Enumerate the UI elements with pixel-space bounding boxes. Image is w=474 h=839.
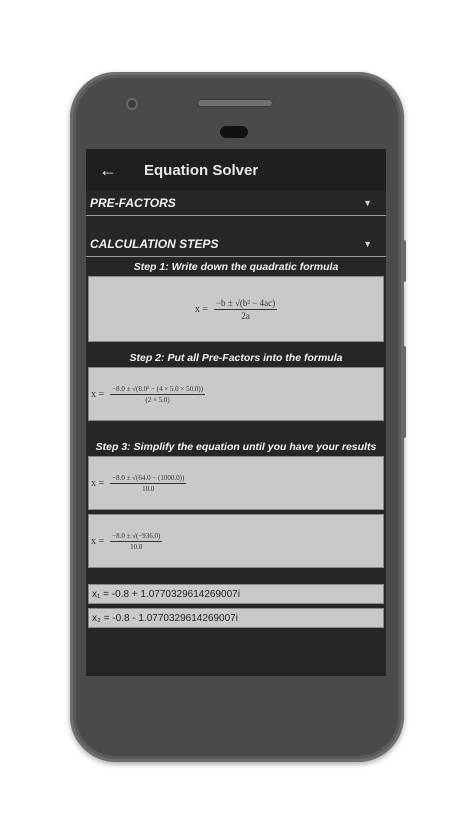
formula-fraction: −8.0 ± √(64.0 − (1000.0)) 10.0 bbox=[110, 473, 187, 493]
page-title: Equation Solver bbox=[144, 161, 259, 179]
formula-lhs: x = bbox=[194, 303, 208, 315]
formula-denominator: (2 × 5.0) bbox=[145, 395, 170, 404]
arrow-left-icon[interactable]: ← bbox=[86, 160, 130, 181]
formula-denominator: 10.0 bbox=[130, 542, 143, 551]
app-screen: ← Equation Solver PRE-FACTORS ▼ CALCULAT… bbox=[86, 149, 386, 676]
earpiece bbox=[220, 126, 248, 138]
result-x1: x₁ = -0.8 + 1.0770329614269007i bbox=[88, 584, 384, 604]
formula-fraction: −8.0 ± √(8.0² − (4 × 5.0 × 50.0)) (2 × 5… bbox=[110, 384, 206, 404]
step3a-formula: x = −8.0 ± √(64.0 − (1000.0)) 10.0 bbox=[88, 456, 384, 510]
formula-fraction: −8.0 ± √(−936.0) 10.0 bbox=[110, 531, 163, 551]
formula-numerator: −8.0 ± √(64.0 − (1000.0)) bbox=[110, 473, 187, 484]
formula-denominator: 10.0 bbox=[142, 484, 155, 493]
step1-formula: x = −b ± √(b² − 4ac) 2a bbox=[88, 276, 384, 342]
chevron-down-icon: ▼ bbox=[363, 239, 372, 249]
top-speaker bbox=[197, 99, 273, 107]
formula-numerator: −8.0 ± √(−936.0) bbox=[110, 531, 163, 542]
step2-formula: x = −8.0 ± √(8.0² − (4 × 5.0 × 50.0)) (2… bbox=[88, 367, 384, 421]
calculation-steps-dropdown[interactable]: CALCULATION STEPS ▼ bbox=[86, 232, 386, 257]
front-camera bbox=[126, 98, 138, 110]
step1-label: Step 1: Write down the quadratic formula bbox=[133, 261, 339, 273]
formula-lhs: x = bbox=[91, 477, 105, 489]
calculation-steps-label: CALCULATION STEPS bbox=[90, 237, 219, 251]
result-x2: x₂ = -0.8 - 1.0770329614269007i bbox=[88, 608, 384, 628]
formula-fraction: −b ± √(b² − 4ac) 2a bbox=[213, 297, 278, 321]
prefactors-label: PRE-FACTORS bbox=[90, 196, 176, 210]
app-bar: ← Equation Solver bbox=[86, 149, 386, 191]
step2-label: Step 2: Put all Pre-Factors into the for… bbox=[129, 352, 343, 364]
formula-numerator: −b ± √(b² − 4ac) bbox=[213, 297, 278, 310]
step3b-formula: x = −8.0 ± √(−936.0) 10.0 bbox=[88, 514, 384, 568]
step3-label: Step 3: Simplify the equation until you … bbox=[95, 441, 377, 453]
chevron-down-icon: ▼ bbox=[363, 198, 372, 208]
formula-denominator: 2a bbox=[241, 310, 250, 321]
formula-lhs: x = bbox=[91, 535, 105, 547]
prefactors-dropdown[interactable]: PRE-FACTORS ▼ bbox=[86, 191, 386, 216]
formula-numerator: −8.0 ± √(8.0² − (4 × 5.0 × 50.0)) bbox=[110, 384, 206, 395]
formula-lhs: x = bbox=[91, 388, 105, 400]
power-button bbox=[402, 240, 406, 282]
volume-button bbox=[402, 346, 406, 438]
